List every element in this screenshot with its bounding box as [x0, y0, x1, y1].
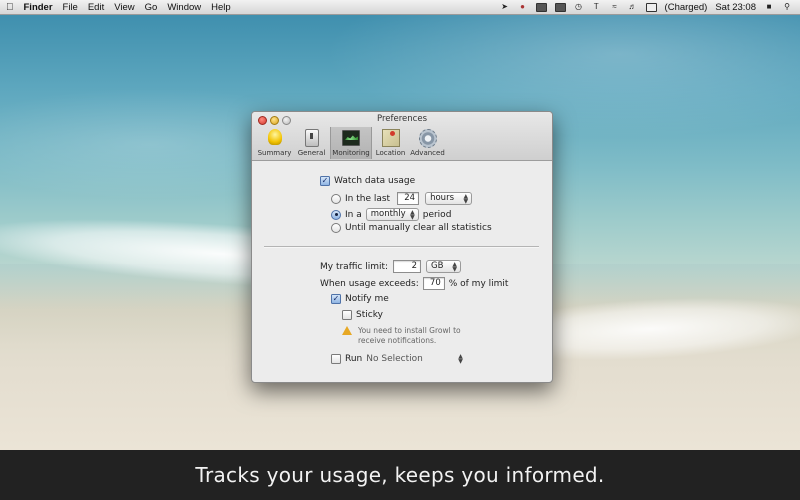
in-the-last-field[interactable]: 24 — [397, 192, 420, 205]
in-a-period-radio[interactable] — [331, 209, 341, 220]
tab-label: General — [297, 149, 326, 157]
in-a-label: In a — [345, 209, 362, 220]
period-popup[interactable]: monthly ▲ ▼ — [365, 208, 419, 221]
in-the-last-label: In the last — [345, 193, 391, 204]
popup-arrows-icon: ▲ ▼ — [410, 208, 415, 221]
until-manually-clear-label: Until manually clear all statistics — [345, 223, 492, 233]
traffic-limit-label: My traffic limit: — [320, 261, 389, 272]
traffic-limit-field[interactable]: 2 — [393, 260, 422, 273]
caption-band: Tracks your usage, keeps you informed. — [0, 450, 800, 500]
growl-warning-text: You need to install Growl to receive not… — [358, 326, 461, 345]
run-checkbox[interactable] — [331, 354, 341, 364]
run-application-popup[interactable]: No Selection — [366, 354, 454, 364]
popup-arrows-icon[interactable]: ▲ ▼ — [458, 354, 463, 365]
period-label: period — [422, 209, 452, 220]
popup-arrows-icon: ▲ ▼ — [452, 260, 458, 273]
marketing-caption: Tracks your usage, keeps you informed. — [195, 463, 605, 487]
menu-help[interactable]: Help — [211, 2, 231, 13]
gear-icon — [418, 128, 437, 148]
tab-advanced[interactable]: Advanced — [409, 127, 446, 159]
usage-meter-icon[interactable] — [535, 2, 547, 12]
popup-arrows-icon: ▲ ▼ — [463, 192, 469, 205]
monitoring-panel: ✓ Watch data usage In the last 24 hours … — [252, 161, 552, 382]
battery-status[interactable]: (Charged) — [665, 2, 708, 13]
tab-label: Advanced — [410, 149, 445, 157]
app-status-icon[interactable]: ● — [518, 3, 528, 11]
battery-icon[interactable] — [645, 2, 657, 12]
tab-summary[interactable]: Summary — [256, 127, 293, 159]
period-value: monthly — [370, 209, 406, 219]
menu-window[interactable]: Window — [167, 2, 201, 13]
time-unit-popup[interactable]: hours ▲ ▼ — [425, 192, 473, 205]
menu-clock[interactable]: Sat 23:08 — [715, 2, 756, 13]
menu-app-finder[interactable]: Finder — [24, 2, 53, 13]
sticky-label: Sticky — [356, 310, 383, 320]
preferences-toolbar: Summary General Monitoring Location Adva… — [256, 127, 446, 159]
menu-edit[interactable]: Edit — [88, 2, 104, 13]
spotlight-search-icon[interactable]: ⚲ — [782, 3, 792, 11]
volume-icon[interactable]: ♬ — [628, 3, 638, 11]
in-the-last-radio[interactable] — [331, 193, 341, 204]
switch-icon — [304, 129, 319, 147]
location-arrow-icon[interactable]: ➤ — [500, 3, 510, 11]
preferences-window: Preferences Summary General Monitoring L… — [251, 111, 553, 383]
watch-data-usage-checkbox[interactable]: ✓ — [320, 176, 330, 186]
watch-data-usage-label: Watch data usage — [334, 176, 416, 186]
wifi-icon[interactable]: ≈ — [610, 3, 620, 11]
map-icon — [381, 129, 400, 147]
run-label: Run — [345, 354, 363, 364]
tab-label: Summary — [257, 149, 292, 157]
menu-go[interactable]: Go — [145, 2, 158, 13]
tab-label: Location — [375, 149, 406, 157]
notify-me-checkbox[interactable]: ✓ — [331, 294, 341, 304]
tab-general[interactable]: General — [293, 127, 330, 159]
traffic-unit-popup[interactable]: GB ▲ ▼ — [426, 260, 462, 273]
traffic-unit-value: GB — [431, 261, 444, 271]
window-titlebar[interactable]: Preferences Summary General Monitoring L… — [252, 112, 552, 161]
tab-monitoring[interactable]: Monitoring — [330, 127, 372, 159]
notify-me-label: Notify me — [345, 294, 389, 304]
sticky-checkbox[interactable] — [342, 310, 352, 320]
tab-location[interactable]: Location — [372, 127, 409, 159]
time-unit-value: hours — [430, 193, 454, 203]
keyboard-icon[interactable] — [554, 2, 566, 12]
monitor-icon — [342, 130, 360, 146]
lightbulb-icon — [267, 129, 282, 145]
section-divider — [264, 246, 539, 248]
usage-exceeds-label: When usage exceeds: — [320, 278, 419, 289]
until-manually-clear-radio[interactable] — [331, 223, 341, 233]
time-machine-icon[interactable]: ◷ — [574, 3, 584, 11]
bluetooth-icon[interactable]: Ꭲ — [592, 3, 602, 11]
apple-menu-icon[interactable]:  — [6, 2, 14, 13]
window-title: Preferences — [377, 114, 427, 124]
menu-view[interactable]: View — [114, 2, 134, 13]
menu-file[interactable]: File — [63, 2, 78, 13]
user-icon[interactable]: ■ — [764, 3, 774, 11]
usage-exceeds-suffix: % of my limit — [448, 278, 509, 289]
usage-exceeds-field[interactable]: 70 — [422, 277, 445, 290]
warning-icon — [342, 326, 352, 335]
tab-label: Monitoring — [332, 149, 370, 157]
menu-bar:  Finder File Edit View Go Window Help ➤… — [0, 0, 800, 15]
